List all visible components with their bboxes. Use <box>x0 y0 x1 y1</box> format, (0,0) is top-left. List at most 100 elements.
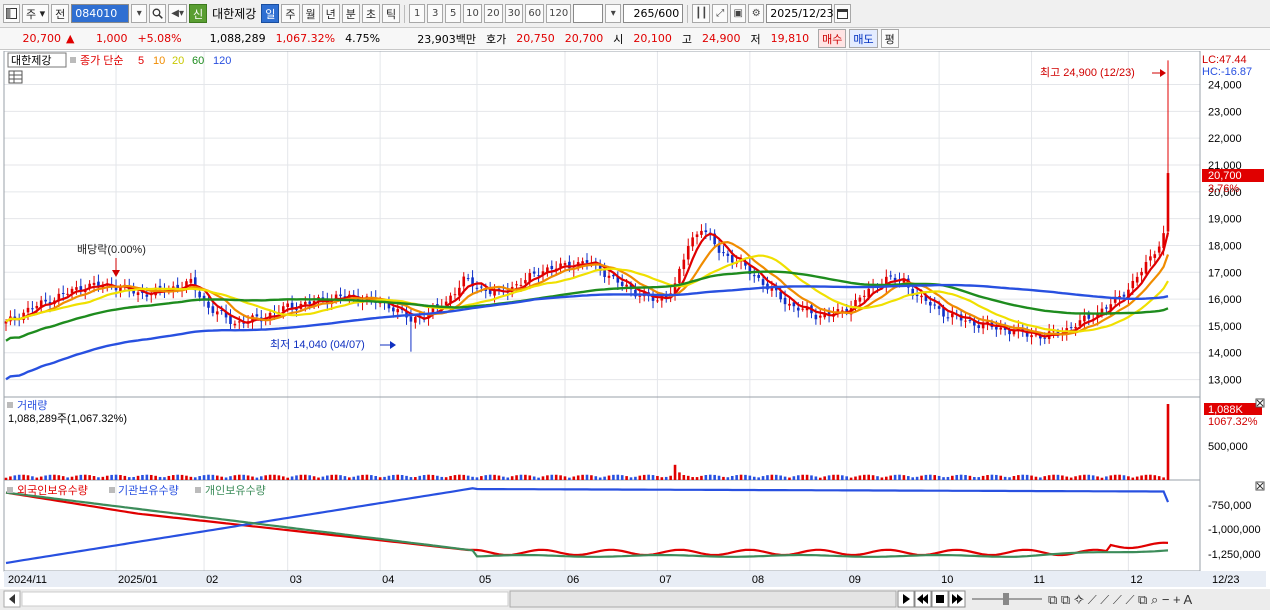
interval-10-button[interactable]: 10 <box>463 4 482 23</box>
buy-button[interactable]: 매수 <box>818 29 847 48</box>
interval-custom-input[interactable] <box>573 4 604 23</box>
holdings-series-foreign: 외국인보유수량 <box>17 484 88 497</box>
volume-bar <box>198 476 201 480</box>
prev-button[interactable]: 전 <box>51 4 70 23</box>
period-tick-button[interactable]: 틱 <box>382 4 401 23</box>
interval-30-button[interactable]: 30 <box>504 4 524 23</box>
volume-bar <box>281 476 285 480</box>
period-month-button[interactable]: 월 <box>301 4 320 23</box>
candle-body <box>977 325 981 329</box>
count-input[interactable]: 265/600 <box>623 4 684 23</box>
legend-checkbox-icon[interactable] <box>70 57 76 63</box>
volume-bar <box>418 475 422 480</box>
candle-body <box>915 294 919 297</box>
volume-bar <box>929 474 932 480</box>
volume-bar <box>612 474 615 480</box>
speaker-icon[interactable]: ◀▾ <box>168 4 187 23</box>
date-input[interactable]: 2025/12/23 <box>766 4 834 23</box>
close-icon[interactable] <box>1255 481 1265 491</box>
volume-bar <box>959 474 963 480</box>
stock-code-input[interactable]: 084010 <box>71 4 130 23</box>
interval-dropdown-icon[interactable]: ▾ <box>605 4 622 23</box>
candle-body <box>730 255 734 263</box>
month-label: 10 <box>941 574 953 586</box>
interval-5-button[interactable]: 5 <box>445 4 462 23</box>
volume-bar <box>1149 474 1152 480</box>
sell-button[interactable]: 매도 <box>849 29 878 48</box>
period-year-button[interactable]: 년 <box>321 4 340 23</box>
month-label: 09 <box>849 574 861 586</box>
volume-bar <box>902 475 906 480</box>
chart-type-icon[interactable]: ┃┃ <box>692 4 711 23</box>
scrollbar-thumb[interactable] <box>509 590 897 608</box>
interval-3-button[interactable]: 3 <box>427 4 444 23</box>
volume-bar <box>39 476 43 480</box>
open-price: 20,100 <box>633 32 672 45</box>
calendar-icon[interactable] <box>834 4 852 23</box>
table-toggle-icon[interactable] <box>8 70 23 84</box>
code-dropdown-icon[interactable]: ▾ <box>131 4 148 23</box>
holdings-checkbox-1-icon[interactable] <box>7 487 13 493</box>
volume-bar <box>977 477 981 480</box>
price-tick-label: 15,000 <box>1208 321 1242 333</box>
gear-icon[interactable]: ⚙ <box>748 4 765 23</box>
holdings-checkbox-2-icon[interactable] <box>109 487 115 493</box>
candle-body <box>995 326 998 330</box>
volume-bar <box>656 475 659 480</box>
candle-body <box>937 306 941 309</box>
volume-bar <box>123 475 127 480</box>
play-icon[interactable] <box>897 590 915 608</box>
volume-bar <box>83 474 87 480</box>
candle-body <box>1012 331 1016 335</box>
scrollbar-track[interactable] <box>21 591 509 607</box>
volume-bar <box>114 474 118 480</box>
volume-bar <box>779 475 782 480</box>
period-minute-button[interactable]: 분 <box>341 4 360 23</box>
volume-bar <box>660 477 664 480</box>
legend-ma-20: 20 <box>172 55 184 67</box>
search-icon[interactable] <box>149 4 167 23</box>
period-second-button[interactable]: 초 <box>361 4 381 23</box>
interval-60-button[interactable]: 60 <box>525 4 545 23</box>
holdings-series-institution: 기관보유수량 <box>118 484 179 497</box>
holdings-checkbox-3-icon[interactable] <box>195 487 201 493</box>
volume-bar <box>990 474 994 480</box>
rewind-icon[interactable] <box>914 590 932 608</box>
volume-bar <box>510 476 514 480</box>
layout-icon[interactable] <box>3 4 20 23</box>
market-select[interactable]: 주 ▾ <box>22 4 50 23</box>
last-date-label: 12/23 <box>1212 574 1240 586</box>
fast-forward-icon[interactable] <box>948 590 966 608</box>
candle-body <box>466 278 470 280</box>
candle-body <box>761 279 765 285</box>
volume-bar <box>101 476 105 480</box>
draw-tool-icon[interactable]: ⤢ <box>712 4 729 23</box>
bottom-tool-icons[interactable]: ⧉ ⧉ ✧ ⟋ ⟋ ⟋ ⟋ ⧉ ⌕ − + A <box>1048 592 1193 607</box>
save-icon[interactable]: ▣ <box>730 4 747 23</box>
volume-bar <box>1056 474 1060 480</box>
candle-body <box>964 320 967 322</box>
volume-bar <box>840 475 844 480</box>
volume-checkbox-icon[interactable] <box>7 402 13 408</box>
volume-bar <box>497 475 501 480</box>
volume-bar <box>730 475 734 480</box>
volume-bar <box>770 474 774 480</box>
stop-icon[interactable] <box>931 590 949 608</box>
stock-chart[interactable]: 24,00023,00022,00021,00020,00019,00018,0… <box>0 51 1270 610</box>
volume-bar <box>383 476 386 480</box>
volume-bar <box>242 474 245 480</box>
legend-ma-60: 60 <box>192 55 204 67</box>
period-week-button[interactable]: 주 <box>281 4 300 23</box>
interval-20-button[interactable]: 20 <box>483 4 503 23</box>
interval-120-button[interactable]: 120 <box>546 4 572 23</box>
holdings-tick-2: -1,000,000 <box>1208 524 1261 536</box>
volume-bar <box>453 475 457 480</box>
volume-bar <box>625 476 628 480</box>
candle-body <box>796 307 800 311</box>
candle-body <box>920 295 923 298</box>
average-button[interactable]: 평 <box>880 29 899 48</box>
interval-1-button[interactable]: 1 <box>409 4 426 23</box>
period-day-button[interactable]: 일 <box>261 4 280 23</box>
close-icon[interactable] <box>1255 398 1265 408</box>
scroll-left-icon[interactable] <box>3 590 21 608</box>
